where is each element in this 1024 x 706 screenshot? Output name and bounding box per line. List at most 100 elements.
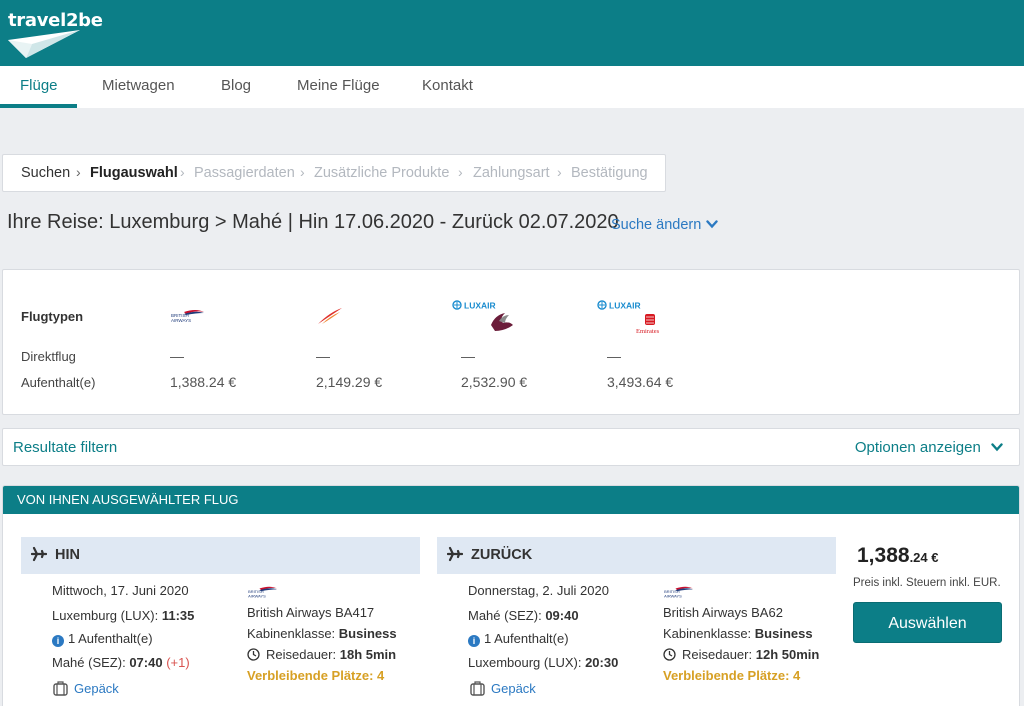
col4-stops-price[interactable]: 3,493.64 € <box>607 374 673 390</box>
outbound-baggage-link[interactable]: Gepäck <box>52 680 119 700</box>
return-arr-place: Luxembourg (LUX): <box>468 655 582 670</box>
nav-item-fluege[interactable]: Flüge <box>20 77 58 94</box>
show-options-label: Optionen anzeigen <box>854 439 981 456</box>
trip-title: Ihre Reise: Luxemburg > Mahé | Hin 17.06… <box>7 211 619 233</box>
step-bestaetigung: Bestätigung <box>571 165 648 181</box>
nav-item-blog[interactable]: Blog <box>221 77 251 94</box>
return-leg-header: ZURÜCK <box>437 537 836 574</box>
return-duration: Reisedauer: 12h 50min <box>663 647 819 664</box>
air-seychelles-logo[interactable] <box>316 306 344 329</box>
chevron-right-icon: › <box>76 164 81 180</box>
chevron-down-icon <box>991 439 1003 456</box>
emirates-logo[interactable]: Emirates <box>633 312 667 339</box>
outbound-leg-header: HIN <box>21 537 420 574</box>
british-airways-logo: BRITISH AIRWAYS <box>246 585 280 602</box>
col4-direct: — <box>607 348 621 364</box>
info-icon: i <box>468 635 480 647</box>
outbound-duration: Reisedauer: 18h 5min <box>247 647 396 664</box>
british-airways-logo[interactable]: BRITISH AIRWAYS <box>170 308 206 327</box>
luggage-icon <box>469 680 486 700</box>
col2-stops-price[interactable]: 2,149.29 € <box>316 374 382 390</box>
return-cabin-label: Kabinenklasse: <box>663 626 752 641</box>
travel2be-logo[interactable]: travel2be <box>6 8 103 58</box>
col2-direct: — <box>316 348 330 364</box>
qatar-airways-logo[interactable] <box>487 311 515 336</box>
svg-text:AIRWAYS: AIRWAYS <box>664 593 682 598</box>
british-airways-logo: BRITISH AIRWAYS <box>662 585 696 602</box>
outbound-title: HIN <box>55 547 80 563</box>
svg-text:AIRWAYS: AIRWAYS <box>171 318 191 323</box>
outbound-stops-label: 1 Aufenthalt(e) <box>68 631 153 646</box>
outbound-arr-place: Mahé (SEZ): <box>52 655 126 670</box>
col1-stops-price[interactable]: 1,388.24 € <box>170 374 236 390</box>
outbound-airline-flight: British Airways BA417 <box>247 605 375 620</box>
return-baggage-link[interactable]: Gepäck <box>469 680 536 700</box>
svg-text:AIRWAYS: AIRWAYS <box>248 593 266 598</box>
outbound-arr-time: 07:40 <box>129 655 163 670</box>
step-passagierdaten: Passagierdaten <box>194 165 295 181</box>
col1-direct: — <box>170 348 184 364</box>
outbound-duration-value: 18h 5min <box>339 647 397 662</box>
nav-item-meine-fluege[interactable]: Meine Flüge <box>297 77 380 94</box>
return-dep-time: 09:40 <box>545 608 579 623</box>
emirates-text: Emirates <box>636 328 660 335</box>
plane-icon <box>30 546 48 565</box>
clock-icon <box>247 648 260 664</box>
select-flight-button[interactable]: Auswählen <box>853 602 1002 643</box>
change-search-label: Suche ändern <box>611 217 702 233</box>
col3-direct: — <box>461 348 475 364</box>
return-duration-label: Reisedauer: <box>682 647 753 662</box>
chevron-right-icon: › <box>458 164 463 180</box>
change-search-link[interactable]: Suche ändern <box>611 217 718 233</box>
outbound-baggage-label: Gepäck <box>74 681 119 696</box>
total-price: 1,388.24 € <box>857 544 938 568</box>
chevron-right-icon: › <box>557 164 562 180</box>
nav-item-mietwagen[interactable]: Mietwagen <box>102 77 175 94</box>
step-zusaetzliche-produkte: Zusätzliche Produkte <box>314 165 450 181</box>
luxair-text: LUXAIR <box>464 301 496 311</box>
plane-icon <box>446 546 464 565</box>
main-nav: Flüge Mietwagen Blog Meine Flüge Kontakt <box>0 66 1024 108</box>
return-duration-value: 12h 50min <box>755 647 820 662</box>
luxair-text: LUXAIR <box>609 301 641 311</box>
outbound-seats-left: Verbleibende Plätze: 4 <box>247 668 385 683</box>
nav-item-kontakt[interactable]: Kontakt <box>422 77 473 94</box>
return-cabin: Kabinenklasse: Business <box>663 626 813 641</box>
return-date: Donnerstag, 2. Juli 2020 <box>468 583 609 598</box>
outbound-departure: Luxemburg (LUX): 11:35 <box>52 608 194 623</box>
return-baggage-label: Gepäck <box>491 681 536 696</box>
paper-plane-icon <box>8 30 80 58</box>
chevron-right-icon: › <box>300 164 305 180</box>
outbound-date: Mittwoch, 17. Juni 2020 <box>52 583 189 598</box>
outbound-duration-label: Reisedauer: <box>266 647 337 662</box>
return-stops-label: 1 Aufenthalt(e) <box>484 631 569 646</box>
booking-steps-breadcrumb: Suchen › Flugauswahl › Passagierdaten › … <box>2 154 666 192</box>
outbound-cabin-label: Kabinenklasse: <box>247 626 336 641</box>
col3-stops-price[interactable]: 2,532.90 € <box>461 374 527 390</box>
return-arrival: Luxembourg (LUX): 20:30 <box>468 655 618 670</box>
outbound-dep-place: Luxemburg (LUX): <box>52 608 159 623</box>
price-decimal: .24 € <box>909 550 939 565</box>
filter-results-bar[interactable]: Resultate filtern Optionen anzeigen <box>2 428 1020 466</box>
chevron-right-icon: › <box>180 164 185 180</box>
step-zahlungsart: Zahlungsart <box>473 165 550 181</box>
return-airline-flight: British Airways BA62 <box>663 605 783 620</box>
step-suchen[interactable]: Suchen <box>21 165 70 181</box>
header-bar: travel2be <box>0 0 1024 66</box>
outbound-stops[interactable]: i 1 Aufenthalt(e) <box>52 631 153 647</box>
row-label-aufenthalte: Aufenthalt(e) <box>21 375 96 390</box>
outbound-day-offset: (+1) <box>166 655 190 670</box>
return-stops[interactable]: i 1 Aufenthalt(e) <box>468 631 569 647</box>
return-departure: Mahé (SEZ): 09:40 <box>468 608 579 623</box>
airline-price-matrix: Flugtypen Direktflug Aufenthalt(e) BRITI… <box>2 269 1020 415</box>
outbound-cabin: Kabinenklasse: Business <box>247 626 397 641</box>
return-seats-left: Verbleibende Plätze: 4 <box>663 668 801 683</box>
luxair-logo[interactable]: LUXAIR <box>597 298 647 313</box>
filter-label: Resultate filtern <box>13 439 118 456</box>
return-arr-time: 20:30 <box>585 655 619 670</box>
price-integer: 1,388 <box>857 544 910 567</box>
show-options-toggle[interactable]: Optionen anzeigen <box>855 439 1003 456</box>
clock-icon <box>663 648 676 664</box>
selected-flight-header: VON IHNEN AUSGEWÄHLTER FLUG <box>3 486 1019 514</box>
row-label-flugtypen: Flugtypen <box>21 309 84 324</box>
